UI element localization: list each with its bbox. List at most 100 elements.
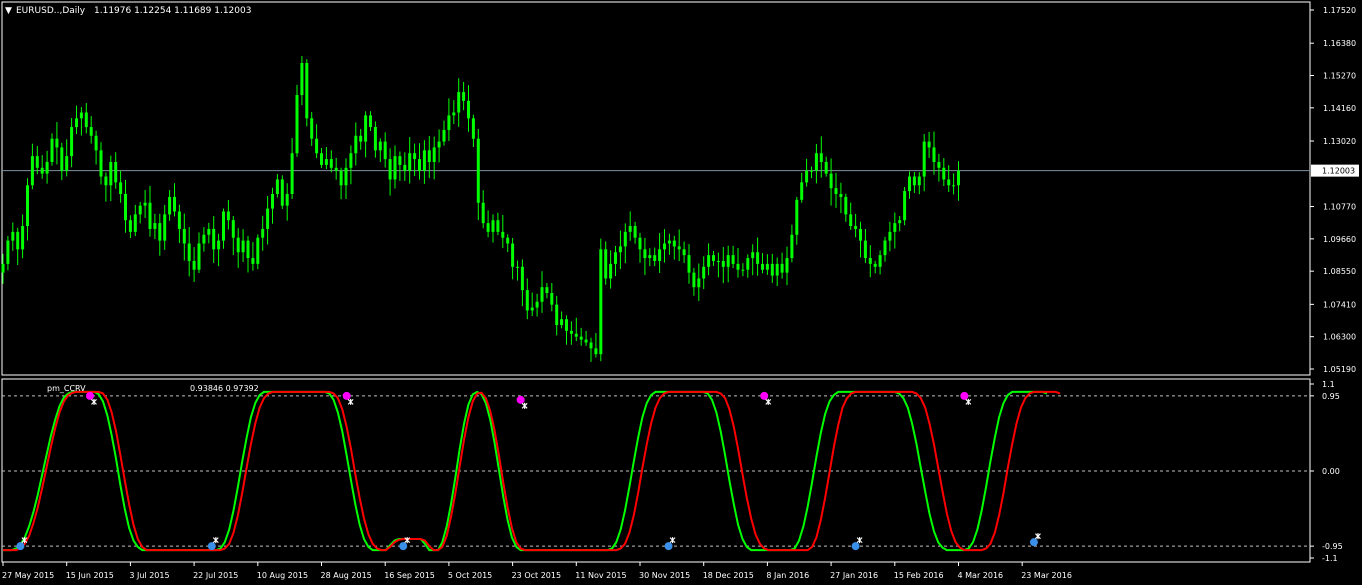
bar-body: [883, 240, 887, 256]
bar-body: [359, 135, 363, 142]
bar-body: [633, 226, 637, 238]
bar-body: [506, 237, 510, 244]
bar-body: [790, 234, 794, 259]
bar-body: [658, 249, 662, 261]
bar-body: [481, 202, 485, 224]
bar-body: [26, 185, 29, 227]
time-tick-label: 22 Jul 2015: [193, 571, 238, 580]
bar-body: [594, 348, 598, 355]
bar-body: [344, 167, 348, 186]
bar-body: [829, 173, 833, 189]
bar-body: [300, 62, 304, 96]
price-bar: [903, 187, 907, 226]
bar-body: [339, 170, 343, 186]
signal-dot: [851, 542, 860, 551]
price-bar: [599, 238, 603, 362]
bar-body: [21, 226, 25, 250]
bar-body: [462, 92, 466, 101]
bar-body: [780, 263, 784, 273]
indicator-tick-label: -1.1: [1322, 554, 1338, 563]
bar-body: [604, 249, 608, 279]
bar-body: [236, 237, 240, 253]
price-tick-label: 1.05190: [1323, 365, 1356, 374]
bar-body: [712, 255, 715, 261]
bar-body: [952, 185, 956, 187]
bar-body: [1, 263, 5, 273]
bar-body: [486, 223, 490, 232]
bar-body: [501, 231, 505, 238]
bar-body: [677, 246, 681, 250]
bar-body: [202, 234, 206, 244]
chart-background: [0, 0, 1362, 585]
bar-body: [584, 339, 588, 343]
bar-body: [79, 112, 83, 119]
price-bar: [256, 234, 260, 270]
indicator-name: pm_CCRV: [47, 384, 86, 393]
bar-body: [271, 194, 274, 209]
bar-body: [628, 226, 632, 232]
bar-body: [207, 228, 211, 235]
bar-body: [775, 263, 779, 276]
bar-body: [422, 150, 426, 171]
bar-body: [859, 228, 862, 241]
bar-body: [226, 211, 230, 221]
bar-body: [45, 161, 49, 174]
signal-dot: [86, 391, 94, 400]
bar-body: [413, 153, 417, 160]
bar-body: [834, 188, 838, 195]
bar-body: [623, 231, 627, 247]
bar-body: [565, 319, 568, 331]
bar-body: [672, 240, 676, 247]
bar-body: [471, 118, 475, 139]
time-tick-label: 15 Jun 2015: [66, 571, 114, 580]
price-tick-label: 1.08550: [1323, 267, 1356, 276]
bar-body: [854, 226, 858, 229]
bar-body: [432, 147, 436, 162]
dropdown-arrow-icon[interactable]: ▼: [5, 6, 12, 16]
bar-body: [932, 147, 936, 162]
bar-body: [324, 159, 328, 165]
bar-body: [574, 333, 578, 337]
bar-body: [457, 92, 461, 113]
signal-dot: [1029, 538, 1038, 547]
bar-body: [942, 167, 946, 180]
bar-body: [197, 243, 201, 270]
bar-body: [849, 214, 853, 227]
bar-body: [716, 260, 720, 262]
bar-body: [520, 266, 524, 291]
bar-body: [844, 196, 848, 215]
bar-body: [378, 141, 382, 151]
bar-body: [89, 127, 93, 136]
bar-body: [50, 138, 54, 162]
symbol-title: EURUSD..,Daily: [16, 6, 86, 16]
bar-body: [40, 167, 44, 174]
time-tick-label: 5 Oct 2015: [448, 571, 492, 580]
bar-body: [663, 243, 666, 250]
bar-body: [530, 307, 534, 311]
chart-canvas: 1.17520 1.16380 1.15270 1.14160 1.13020 1.107…: [0, 0, 1362, 585]
bar-body: [731, 255, 735, 264]
bar-body: [427, 150, 431, 162]
bar-body: [114, 161, 118, 183]
bar-body: [736, 263, 740, 270]
bar-body: [898, 220, 902, 224]
bar-body: [692, 272, 696, 288]
bar-body: [697, 278, 701, 288]
bar-body: [437, 141, 441, 148]
bar-body: [320, 153, 323, 165]
bar-body: [261, 228, 265, 238]
bar-body: [726, 255, 730, 267]
bar-body: [912, 176, 916, 186]
bar-body: [496, 220, 500, 232]
bar-body: [11, 231, 15, 241]
bar-body: [177, 211, 181, 229]
bar-body: [746, 258, 750, 270]
bar-body: [810, 170, 813, 172]
bar-body: [104, 176, 108, 186]
bar-body: [550, 293, 554, 305]
indicator-values: 0.93846 0.97392: [190, 384, 259, 393]
bar-body: [638, 237, 642, 250]
price-bar: [295, 84, 299, 157]
bar-body: [535, 301, 539, 308]
bar-body: [290, 153, 294, 195]
